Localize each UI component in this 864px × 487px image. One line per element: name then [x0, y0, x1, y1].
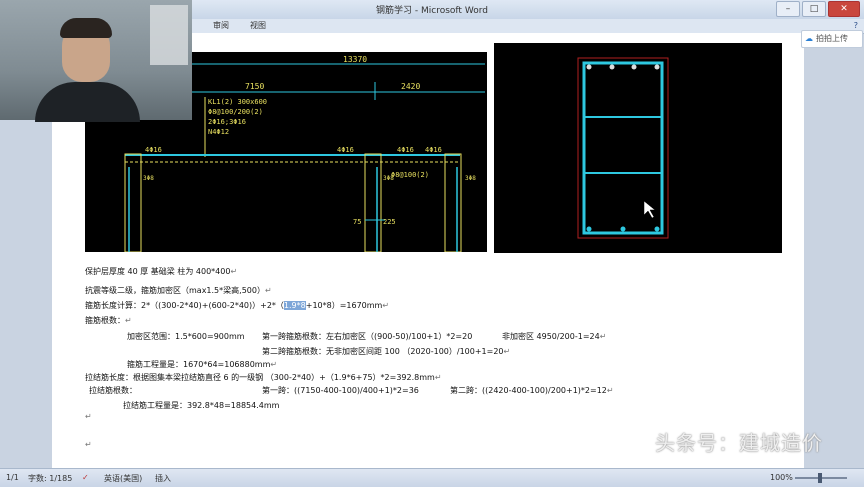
- paragraph-mark: ↵: [606, 386, 614, 395]
- page-count[interactable]: 1/1: [6, 473, 19, 482]
- doc-line-3-pre: 箍筋长度计算：2*（(300-2*40)+(600-2*40)）+2*（: [85, 301, 284, 310]
- beam-label-3: 2Φ16;3Φ16: [208, 118, 246, 126]
- beam-section-svg: [577, 57, 669, 239]
- doc-line-6-text: 第二跨箍筋根数：无非加密区间距 100 （2020-100）/100+1=20: [262, 347, 504, 356]
- paragraph-mark: ↵: [270, 360, 278, 369]
- empty-paragraph-1[interactable]: ↵: [85, 412, 92, 421]
- proofing-icon[interactable]: ✓: [82, 473, 89, 482]
- doc-line-7-text: 箍筋工程量是：1670*64=106880mm: [127, 360, 271, 369]
- bottom-bar-1: [586, 226, 592, 232]
- upload-button[interactable]: ☁ 拍拍上传: [801, 30, 863, 48]
- paragraph-mark: ↵: [264, 286, 272, 295]
- doc-line-6[interactable]: 第二跨箍筋根数：无非加密区间距 100 （2020-100）/100+1=20↵: [262, 346, 510, 357]
- presenter-hair: [60, 18, 112, 38]
- dim-total: 13370: [343, 55, 367, 64]
- column-2: [364, 153, 382, 252]
- beam-label-1: KL1(2) 300x600: [208, 98, 267, 106]
- column-label-4: 4Φ16: [425, 146, 442, 154]
- doc-line-3[interactable]: 箍筋长度计算：2*（(300-2*40)+(600-2*40)）+2*（1.9*…: [85, 300, 389, 311]
- column-label-3: 4Φ16: [397, 146, 414, 154]
- mouse-cursor-icon: [643, 200, 656, 219]
- help-icon[interactable]: ?: [854, 21, 858, 30]
- maximize-button[interactable]: □: [802, 1, 826, 17]
- column-1: [124, 153, 142, 252]
- section-outline: [577, 57, 669, 239]
- window-controls: – □ ✕: [776, 1, 860, 17]
- paragraph-mark: ↵: [434, 373, 442, 382]
- column-label-1: 4Φ16: [145, 146, 162, 154]
- doc-line-9c-text: 第二跨：((2420-400-100)/200+1)*2=12: [450, 386, 607, 395]
- doc-line-9a[interactable]: 拉结筋根数：: [89, 385, 137, 396]
- watermark: 头条号：建城造价: [655, 431, 823, 455]
- empty-paragraph-2[interactable]: ↵: [85, 440, 92, 449]
- doc-line-7[interactable]: 箍筋工程量是：1670*64=106880mm↵: [127, 359, 277, 370]
- dim-225: 225: [383, 218, 396, 226]
- selected-text[interactable]: 1.9*8: [283, 301, 306, 310]
- status-bar: 1/1 字数: 1/185 ✓ 英语(美国) 插入 100%: [0, 468, 864, 487]
- doc-line-5b[interactable]: 第一跨箍筋根数：左右加密区（(900-50)/100+1）*2=20: [262, 331, 472, 342]
- paragraph-mark: ↵: [599, 332, 607, 341]
- side-label-4: Φ8@100(2): [391, 171, 429, 179]
- background-lamp: [150, 5, 188, 65]
- zoom-level[interactable]: 100%: [770, 473, 793, 482]
- doc-line-8-text: 拉结筋长度：根据图集本梁拉结筋直径 6 的一级钢 （300-2*40）+（1.9…: [85, 373, 435, 382]
- doc-line-5c[interactable]: 非加密区 4950/200-1=24↵: [502, 331, 606, 342]
- zoom-slider-thumb[interactable]: [818, 473, 822, 483]
- paragraph-mark: ↵: [125, 316, 132, 325]
- doc-line-9c[interactable]: 第二跨：((2420-400-100)/200+1)*2=12↵: [450, 385, 614, 396]
- dim-span2: 2420: [401, 82, 420, 91]
- side-label-3: 3Φ8: [465, 175, 476, 182]
- doc-line-3-post: +10*8）=1670mm: [305, 301, 383, 310]
- doc-line-5a[interactable]: 加密区范围：1.5*600=900mm: [127, 331, 245, 342]
- tab-view[interactable]: 视图: [250, 20, 266, 31]
- column-label-2: 4Φ16: [337, 146, 354, 154]
- tab-review[interactable]: 审阅: [213, 20, 229, 31]
- dim-75: 75: [353, 218, 361, 226]
- side-label-1: 3Φ8: [143, 175, 154, 182]
- doc-line-4-text: 箍筋根数：: [85, 316, 125, 325]
- bottom-bar-3: [654, 226, 660, 232]
- doc-line-2[interactable]: 抗震等级二级，箍筋加密区（max1.5*梁高,500）↵: [85, 285, 272, 296]
- language-indicator[interactable]: 英语(美国): [104, 473, 142, 484]
- cad-section-drawing: [494, 43, 782, 253]
- top-bar-4: [654, 64, 660, 70]
- insert-mode[interactable]: 插入: [155, 473, 171, 484]
- doc-line-1-text: 保护层厚度 40 厚 基础梁 柱为 400*400: [85, 267, 231, 276]
- top-bar-2: [609, 64, 615, 70]
- doc-line-10[interactable]: 拉结筋工程量是：392.8*48=18854.4mm: [123, 400, 279, 411]
- cloud-icon: ☁: [805, 34, 813, 43]
- word-count[interactable]: 字数: 1/185: [28, 473, 72, 484]
- top-bar-1: [586, 64, 592, 70]
- paragraph-mark: ↵: [382, 301, 390, 310]
- doc-line-9b[interactable]: 第一跨：((7150-400-100)/400+1)*2=36: [262, 385, 419, 396]
- column-3: [444, 153, 462, 252]
- dim-span1: 7150: [245, 82, 264, 91]
- doc-line-1[interactable]: 保护层厚度 40 厚 基础梁 柱为 400*400↵: [85, 266, 237, 277]
- doc-line-5c-text: 非加密区 4950/200-1=24: [502, 332, 600, 341]
- minimize-button[interactable]: –: [776, 1, 800, 17]
- webcam-overlay: [0, 0, 192, 122]
- doc-line-8[interactable]: 拉结筋长度：根据图集本梁拉结筋直径 6 的一级钢 （300-2*40）+（1.9…: [85, 372, 442, 383]
- bottom-bar-2: [620, 226, 626, 232]
- paragraph-mark: ↵: [230, 267, 238, 276]
- top-bar-3: [631, 64, 637, 70]
- doc-line-2-text: 抗震等级二级，箍筋加密区（max1.5*梁高,500）: [85, 286, 265, 295]
- presenter-shirt: [35, 82, 140, 122]
- doc-line-4[interactable]: 箍筋根数：↵: [85, 315, 132, 326]
- upload-label: 拍拍上传: [816, 34, 848, 43]
- beam-label-2: Φ8@100/200(2): [208, 108, 263, 116]
- close-button[interactable]: ✕: [828, 1, 860, 17]
- paragraph-mark: ↵: [503, 347, 511, 356]
- beam-label-4: N4Φ12: [208, 128, 229, 136]
